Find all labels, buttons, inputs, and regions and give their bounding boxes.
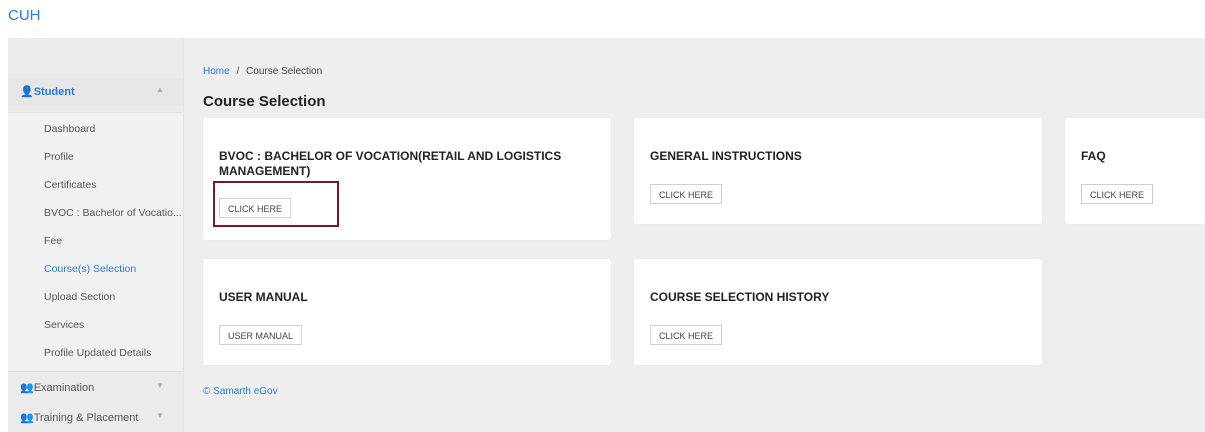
sidebar-item-services[interactable]: Services	[44, 319, 84, 331]
breadcrumb-separator: /	[236, 66, 240, 77]
breadcrumb: Home / Course Selection	[203, 66, 322, 77]
sidebar-item-upload-section[interactable]: Upload Section	[44, 291, 115, 303]
breadcrumb-current: Course Selection	[246, 66, 323, 77]
card-manual-title: USER MANUAL	[219, 290, 308, 304]
user-manual-button[interactable]: USER MANUAL	[219, 325, 303, 345]
student-submenu: Dashboard Profile Certificates BVOC : Ba…	[8, 112, 183, 372]
sidebar-item-dashboard[interactable]: Dashboard	[44, 123, 95, 135]
card-bvoc-title: BVOC : BACHELOR OF VOCATION(RETAIL AND L…	[219, 149, 562, 178]
card-user-manual: USER MANUAL USER MANUAL	[203, 259, 611, 365]
sidebar-item-bvoc[interactable]: BVOC : Bachelor of Vocatio...	[44, 207, 182, 219]
chevron-down-icon: ▼	[156, 381, 164, 390]
card-faq: FAQ CLICK HERE	[1065, 118, 1205, 224]
sidebar-group-examination[interactable]: 👥Examination ▼	[8, 374, 183, 402]
faq-click-here-button[interactable]: CLICK HERE	[1081, 184, 1154, 204]
sidebar-group-student[interactable]: 👤Student ▲	[8, 78, 183, 106]
card-general-instructions: GENERAL INSTRUCTIONS CLICK HERE	[634, 118, 1042, 224]
card-course-selection-history: COURSE SELECTION HISTORY CLICK HERE	[634, 259, 1042, 365]
breadcrumb-home-link[interactable]: Home	[203, 66, 230, 77]
history-click-here-button[interactable]: CLICK HERE	[650, 325, 723, 345]
sidebar-item-certificates[interactable]: Certificates	[44, 179, 97, 191]
sidebar: 👤Student ▲ Dashboard Profile Certificate…	[8, 38, 184, 432]
top-bar: CUH	[0, 0, 1205, 38]
sidebar-group-training-label: 👥Training & Placement	[20, 412, 139, 424]
sidebar-item-course-selection[interactable]: Course(s) Selection	[44, 263, 136, 275]
sidebar-item-fee[interactable]: Fee	[44, 235, 62, 247]
main-content: Home / Course Selection Course Selection…	[203, 38, 1205, 432]
chevron-down-icon: ▼	[156, 411, 164, 420]
card-history-title: COURSE SELECTION HISTORY	[650, 290, 830, 304]
general-click-here-button[interactable]: CLICK HERE	[650, 184, 723, 204]
sidebar-group-examination-label: 👥Examination	[20, 382, 95, 394]
sidebar-item-profile[interactable]: Profile	[44, 151, 74, 163]
sidebar-item-profile-updated-details[interactable]: Profile Updated Details	[44, 347, 151, 359]
card-bvoc: BVOC : BACHELOR OF VOCATION(RETAIL AND L…	[203, 118, 611, 240]
card-faq-title: FAQ	[1081, 149, 1106, 163]
chevron-up-icon: ▲	[156, 85, 164, 94]
footer-link[interactable]: © Samarth eGov	[203, 386, 278, 397]
sidebar-group-student-label: 👤Student	[20, 86, 75, 98]
app-shell: 👤Student ▲ Dashboard Profile Certificate…	[8, 38, 1205, 432]
brand-logo[interactable]: CUH	[8, 7, 41, 24]
sidebar-group-training[interactable]: 👥Training & Placement ▼	[8, 404, 183, 432]
page-title: Course Selection	[203, 93, 326, 110]
card-general-title: GENERAL INSTRUCTIONS	[650, 149, 802, 163]
bvoc-click-here-button[interactable]: CLICK HERE	[219, 198, 292, 218]
